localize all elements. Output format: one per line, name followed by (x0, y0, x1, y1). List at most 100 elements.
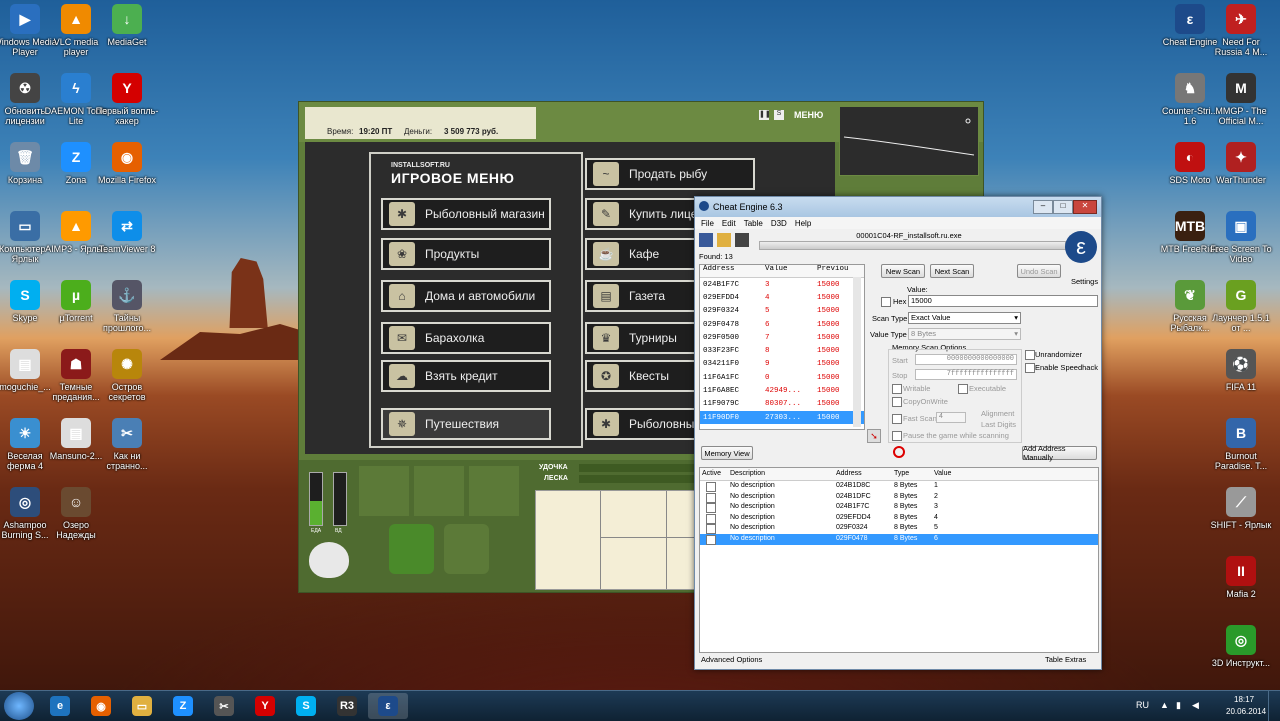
writable-checkbox[interactable] (892, 384, 902, 394)
table-row[interactable]: No description 029F0324 8 Bytes 5 (700, 523, 1098, 535)
result-row[interactable]: 029F0500 7 15000 (700, 331, 864, 344)
bucket-icon[interactable] (444, 524, 489, 574)
new-scan-button[interactable]: New Scan (881, 264, 925, 278)
desktop-icon[interactable]: G Лаунчер 1.5.1 от ... (1208, 280, 1274, 333)
taskbar-button[interactable]: R3 (327, 693, 367, 719)
stop-address-input[interactable]: 7fffffffffffffff (915, 369, 1017, 380)
ce-logo-big-icon[interactable]: ε (1065, 231, 1097, 263)
taskbar-button[interactable]: Z (163, 693, 203, 719)
unrandomizer-checkbox[interactable] (1025, 350, 1035, 360)
game-menu-button[interactable]: ⌂ Дома и автомобили (381, 280, 551, 312)
game-menu-button[interactable]: ❀ Продукты (381, 238, 551, 270)
language-indicator[interactable]: RU (1136, 700, 1149, 710)
desktop-icon[interactable]: ✂ Как ни странно... (94, 418, 160, 471)
desktop-icon[interactable]: ↓ MediaGet (94, 4, 160, 47)
minimize-button[interactable]: – (1033, 200, 1053, 214)
result-row[interactable]: 029F0324 5 15000 (700, 305, 864, 318)
result-row[interactable]: 11F90DF0 27303... 15000 (700, 410, 864, 425)
network-icon[interactable]: ▮ (1176, 700, 1181, 711)
result-row[interactable]: 11F6A8EC 42949... 15000 (700, 384, 864, 397)
result-row[interactable]: 11F9079C 80307... 15000 (700, 398, 864, 411)
desktop-icon[interactable]: ▣ Free Screen To Video (1208, 211, 1274, 264)
hex-checkbox[interactable] (881, 297, 891, 307)
tray-arrow-icon[interactable]: ▲ (1160, 700, 1169, 710)
pause-game-checkbox[interactable] (892, 431, 902, 441)
game-menu-button[interactable]: ✱ Рыболовный магазин (381, 198, 551, 230)
game-menu-button[interactable]: ☁ Взять кредит (381, 360, 551, 392)
basket-icon[interactable] (389, 524, 434, 574)
start-button[interactable] (4, 692, 34, 720)
maximize-button[interactable]: □ (1053, 200, 1073, 214)
desktop-icon[interactable]: ◎ 3D Инструкт... (1208, 625, 1274, 668)
result-row[interactable]: 033F23FC 8 15000 (700, 344, 864, 357)
taskbar-button[interactable]: S (286, 693, 326, 719)
undo-scan-button[interactable]: Undo Scan (1017, 264, 1061, 278)
ce-menu-item[interactable]: Edit (722, 219, 736, 228)
desktop-icon[interactable]: ✦ WarThunder (1208, 142, 1274, 185)
ce-menu-item[interactable]: Help (795, 219, 811, 228)
copyonwrite-checkbox[interactable] (892, 397, 902, 407)
close-button[interactable]: ✕ (1073, 200, 1097, 214)
start-address-input[interactable]: 0000000000000000 (915, 354, 1017, 365)
result-row[interactable]: 034211F0 9 15000 (700, 358, 864, 371)
fast-scan-input[interactable]: 4 (936, 412, 966, 423)
add-to-list-icon[interactable]: ➘ (867, 429, 881, 443)
desktop-icon[interactable]: ⟋ SHIFT - Ярлык (1208, 487, 1274, 530)
executable-checkbox[interactable] (958, 384, 968, 394)
settings-label[interactable]: Settings (1071, 277, 1098, 286)
table-row[interactable]: No description 024B1DFC 8 Bytes 2 (700, 492, 1098, 503)
taskbar-button[interactable]: ▭ (122, 693, 162, 719)
sound-icon[interactable]: S (774, 110, 784, 120)
desktop-icon[interactable]: B Burnout Paradise. T... (1208, 418, 1274, 471)
active-checkbox[interactable] (706, 513, 716, 524)
active-checkbox[interactable] (706, 524, 716, 535)
ce-menu-item[interactable]: Table (744, 219, 763, 228)
results-scrollbar[interactable] (853, 277, 861, 427)
menu-button[interactable]: МЕНЮ (794, 110, 823, 120)
speedhack-checkbox[interactable] (1025, 363, 1035, 373)
desktop-icon[interactable]: ⚓ Тайны прошлого... (94, 280, 160, 333)
desktop-icon[interactable]: II Mafia 2 (1208, 556, 1274, 599)
taskbar-button[interactable]: ε (368, 693, 408, 719)
table-row[interactable]: No description 024B1D8C 8 Bytes 1 (700, 481, 1098, 492)
taskbar-button[interactable]: e (40, 693, 80, 719)
pause-icon[interactable]: ❚❚ (759, 110, 771, 120)
desktop-icon[interactable]: ◉ Mozilla Firefox (94, 142, 160, 185)
game-menu-button[interactable]: ✵ Путешествия (381, 408, 551, 440)
active-checkbox[interactable] (706, 492, 716, 503)
result-row[interactable]: 11F6A1FC 0 15000 (700, 371, 864, 384)
active-checkbox[interactable] (706, 482, 716, 492)
table-row[interactable]: No description 029F0478 8 Bytes 6 (700, 533, 1098, 545)
table-row[interactable]: No description 029EFDD4 8 Bytes 4 (700, 513, 1098, 524)
cauldron-icon[interactable] (309, 542, 349, 578)
table-extras-link[interactable]: Table Extras (1045, 655, 1086, 664)
results-list[interactable]: Address Value Previou 024B1F7C 3 15000 029E… (699, 264, 865, 430)
memory-view-button[interactable]: Memory View (701, 446, 753, 460)
ce-menu-item[interactable]: D3D (771, 219, 787, 228)
volume-icon[interactable]: ◀ (1192, 700, 1199, 711)
value-type-select[interactable]: 8 Bytes ▾ (908, 328, 1021, 340)
table-row[interactable]: No description 024B1F7C 8 Bytes 3 (700, 502, 1098, 514)
next-scan-button[interactable]: Next Scan (930, 264, 974, 278)
taskbar-button[interactable]: ◉ (81, 693, 121, 719)
game-menu-button[interactable]: ~ Продать рыбу (585, 158, 755, 190)
clock-date[interactable]: 20.06.2014 (1226, 707, 1266, 716)
active-checkbox[interactable] (706, 534, 716, 545)
value-input[interactable]: 15000 (908, 295, 1098, 307)
desktop-icon[interactable]: Y Первый вопль-хакер (94, 73, 160, 126)
desktop-icon[interactable]: ⚽ FIFA 11 (1208, 349, 1274, 392)
result-row[interactable]: 029EFDD4 4 15000 (700, 291, 864, 304)
result-row[interactable]: 024B1F7C 3 15000 (700, 278, 864, 291)
inventory-slot[interactable] (469, 466, 519, 516)
open-process-icon[interactable] (699, 233, 713, 247)
show-desktop-button[interactable] (1268, 691, 1280, 721)
stop-icon[interactable] (893, 446, 905, 458)
add-address-manually-button[interactable]: Add Address Manually (1022, 444, 1097, 462)
result-row[interactable]: 029F0478 6 15000 (700, 318, 864, 331)
fast-scan-checkbox[interactable] (892, 414, 902, 424)
taskbar-button[interactable]: Y (245, 693, 285, 719)
open-file-icon[interactable] (717, 233, 731, 247)
save-icon[interactable] (735, 233, 749, 247)
desktop-icon[interactable]: ✈ Need For Russia 4 M... (1208, 4, 1274, 57)
inventory-slot[interactable] (359, 466, 409, 516)
